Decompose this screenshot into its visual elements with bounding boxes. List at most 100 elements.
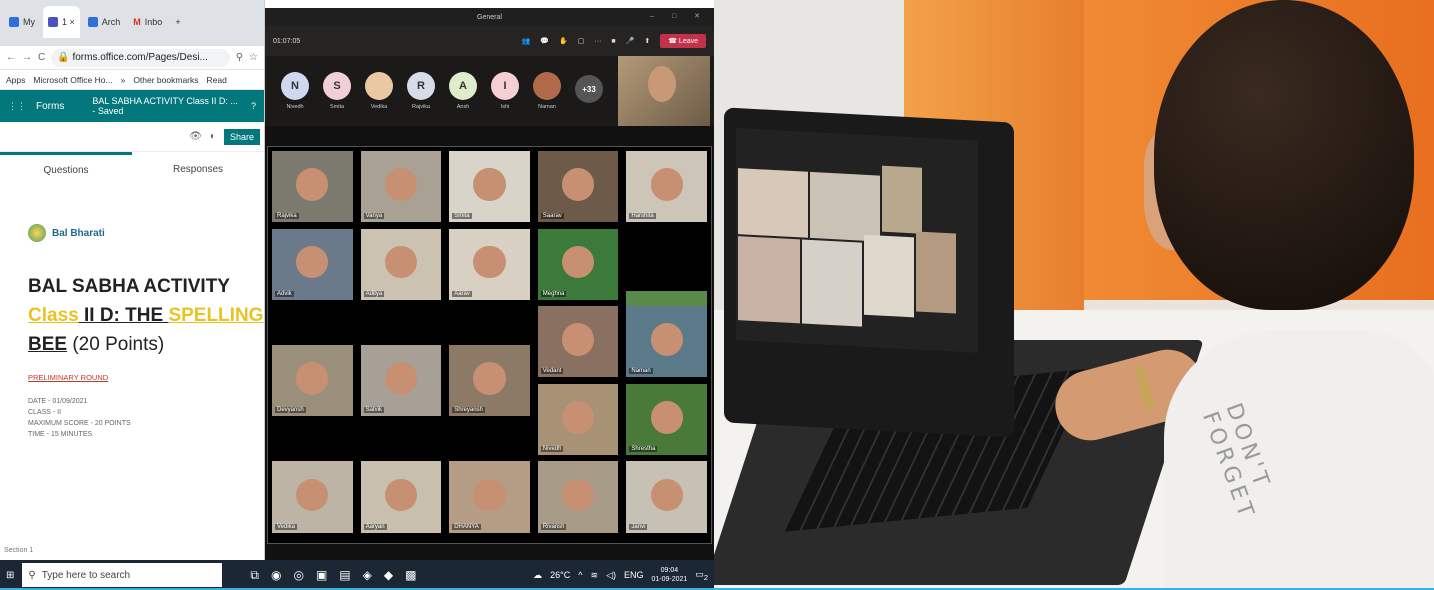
tab-docs[interactable]: Arch	[83, 6, 126, 38]
tab-strip: My 1 × Arch M Inbo +	[0, 0, 264, 46]
participant-7[interactable]: +33	[575, 75, 603, 107]
system-tray: ☁ 26°C ^ ≋ ◁) ENG 09:04 01-09-2021 ▭2	[533, 566, 708, 584]
participant-6[interactable]: Naman	[533, 72, 561, 110]
whatsapp-icon[interactable]: ◎	[293, 568, 303, 583]
section-label: Section 1	[4, 547, 34, 554]
video-tile[interactable]: Naman	[626, 306, 707, 378]
video-tile[interactable]: Aaryan	[360, 461, 442, 533]
video-tile[interactable]: Meghna	[537, 228, 619, 300]
new-tab-button[interactable]: +	[170, 6, 185, 38]
rooms-icon[interactable]: ▢	[578, 37, 585, 45]
star-icon[interactable]: ☆	[249, 52, 258, 63]
wifi-icon[interactable]: ≋	[591, 570, 599, 581]
tab-gmail[interactable]: M Inbo	[128, 6, 167, 38]
video-tile[interactable]: Rivansh	[537, 461, 619, 533]
participant-1[interactable]: S Smita	[323, 72, 351, 110]
office-icon[interactable]: ▩	[405, 568, 416, 583]
video-tile[interactable]: Vedika	[272, 461, 353, 533]
video-tile[interactable]: Shrestha	[626, 383, 707, 456]
video-tile[interactable]: DHANYA	[449, 461, 530, 533]
video-tile[interactable]: Satvik	[360, 345, 442, 417]
tile-name: Smita	[452, 213, 472, 220]
more-icon[interactable]: ···	[594, 38, 601, 45]
app-launcher-icon[interactable]: ⋮⋮	[8, 101, 26, 112]
tile-name: Aaryan	[363, 523, 387, 530]
forward-icon[interactable]: →	[22, 52, 32, 63]
participant-4[interactable]: A Ansh	[449, 72, 477, 110]
tile-name: Rajvika	[275, 213, 299, 220]
participant-name: Ishi	[500, 104, 510, 110]
bookmark-read[interactable]: Read	[207, 75, 227, 85]
app-name[interactable]: Forms	[36, 101, 64, 112]
theme-icon[interactable]: ◐	[210, 131, 216, 142]
tile-name: Aditya	[363, 290, 385, 297]
participant-name: Naman	[538, 104, 556, 110]
tile-name: Vedant	[540, 368, 564, 375]
help-icon[interactable]: ?	[251, 101, 256, 111]
video-tile[interactable]: Rajvika	[272, 151, 353, 223]
windows-start-icon[interactable]: ⊞	[6, 570, 14, 581]
lang-indicator[interactable]: ENG	[624, 570, 644, 580]
tab-questions[interactable]: Questions	[0, 152, 132, 186]
participant-3[interactable]: R Rajvika	[407, 72, 435, 110]
video-tile[interactable]: Vanya	[360, 151, 442, 223]
preview-icon[interactable]: 👁	[189, 131, 202, 142]
bookmarks-overflow[interactable]: »	[121, 75, 126, 85]
back-icon[interactable]: ←	[6, 52, 16, 63]
chevron-up-icon[interactable]: ^	[578, 570, 582, 580]
participant-2[interactable]: Vedika	[365, 72, 393, 110]
mic-icon[interactable]: 🎤	[626, 37, 635, 45]
share-screen-icon[interactable]: ⬆	[644, 37, 650, 45]
zoom-icon[interactable]: ⚲	[236, 52, 243, 63]
avatar: I	[491, 72, 519, 100]
video-tile[interactable]: Advik	[272, 228, 353, 300]
tile-name: Saarav	[540, 213, 564, 220]
video-tile[interactable]: Aarav	[449, 228, 530, 300]
window-controls[interactable]: – □ ✕	[650, 12, 708, 20]
browser-icon[interactable]: ◈	[363, 568, 372, 583]
video-tile[interactable]: Smita	[449, 151, 530, 223]
forms-toolbar: 👁 ◐ Share	[0, 122, 264, 152]
weather-temp[interactable]: 26°C	[550, 570, 570, 580]
video-tile[interactable]: Vedant	[537, 306, 619, 378]
photos-icon[interactable]: ▣	[316, 568, 327, 583]
participant-0[interactable]: N Nivedh	[281, 72, 309, 110]
share-button[interactable]: Share	[223, 128, 260, 145]
video-tile[interactable]: Shreyansh	[449, 345, 530, 417]
taskbar-search[interactable]: ⚲ Type here to search	[22, 563, 223, 587]
tile-name: Meghna	[540, 290, 567, 297]
chat-icon[interactable]: 💬	[540, 37, 549, 45]
participant-5[interactable]: I Ishi	[491, 72, 519, 110]
docs-icon	[87, 17, 98, 27]
reaction-icon[interactable]: ✋	[559, 37, 568, 45]
reload-icon[interactable]: C	[38, 52, 45, 63]
tab-responses[interactable]: Responses	[132, 152, 264, 186]
notification-icon[interactable]: ▭2	[695, 569, 708, 582]
tile-name: Harshita	[629, 213, 656, 220]
camera-icon[interactable]: ■	[611, 38, 615, 45]
bookmark-apps[interactable]: Apps	[6, 75, 25, 85]
video-grid: Rajvika Vanya Smita Saarav Harshita Advik Adit…	[267, 146, 712, 544]
url-field[interactable]: 🔒 forms.office.com/Pages/Desi...	[51, 48, 230, 67]
files-icon[interactable]: ▤	[339, 568, 350, 583]
leave-button[interactable]: ☎ Leave	[660, 34, 706, 48]
video-tile[interactable]: Saarav	[537, 151, 619, 223]
video-tile[interactable]: Harshita	[626, 151, 707, 223]
avatar: N	[281, 72, 309, 100]
video-tile[interactable]: Aditya	[360, 228, 442, 300]
people-icon[interactable]: 👥	[522, 37, 531, 45]
video-tile[interactable]: Devyansh	[272, 345, 353, 417]
tab-forms[interactable]: My	[4, 6, 40, 38]
clock[interactable]: 09:04 01-09-2021	[652, 566, 688, 584]
task-view-icon[interactable]: ⧉	[250, 568, 259, 583]
tab-teams[interactable]: 1 ×	[43, 6, 80, 38]
volume-icon[interactable]: ◁)	[606, 570, 616, 581]
chrome-icon[interactable]: ◉	[271, 568, 281, 583]
teams-taskbar-icon[interactable]: ◆	[384, 568, 393, 583]
video-tile[interactable]: Nivedh	[537, 383, 619, 456]
weather-icon: ☁	[533, 569, 543, 580]
form-title[interactable]: BAL SABHA ACTIVITY Class II D: THE SPELL…	[28, 272, 264, 359]
video-tile[interactable]: Janvi	[626, 461, 707, 533]
bookmark-office[interactable]: Microsoft Office Ho...	[33, 75, 112, 85]
bookmark-other[interactable]: Other bookmarks	[133, 75, 198, 85]
